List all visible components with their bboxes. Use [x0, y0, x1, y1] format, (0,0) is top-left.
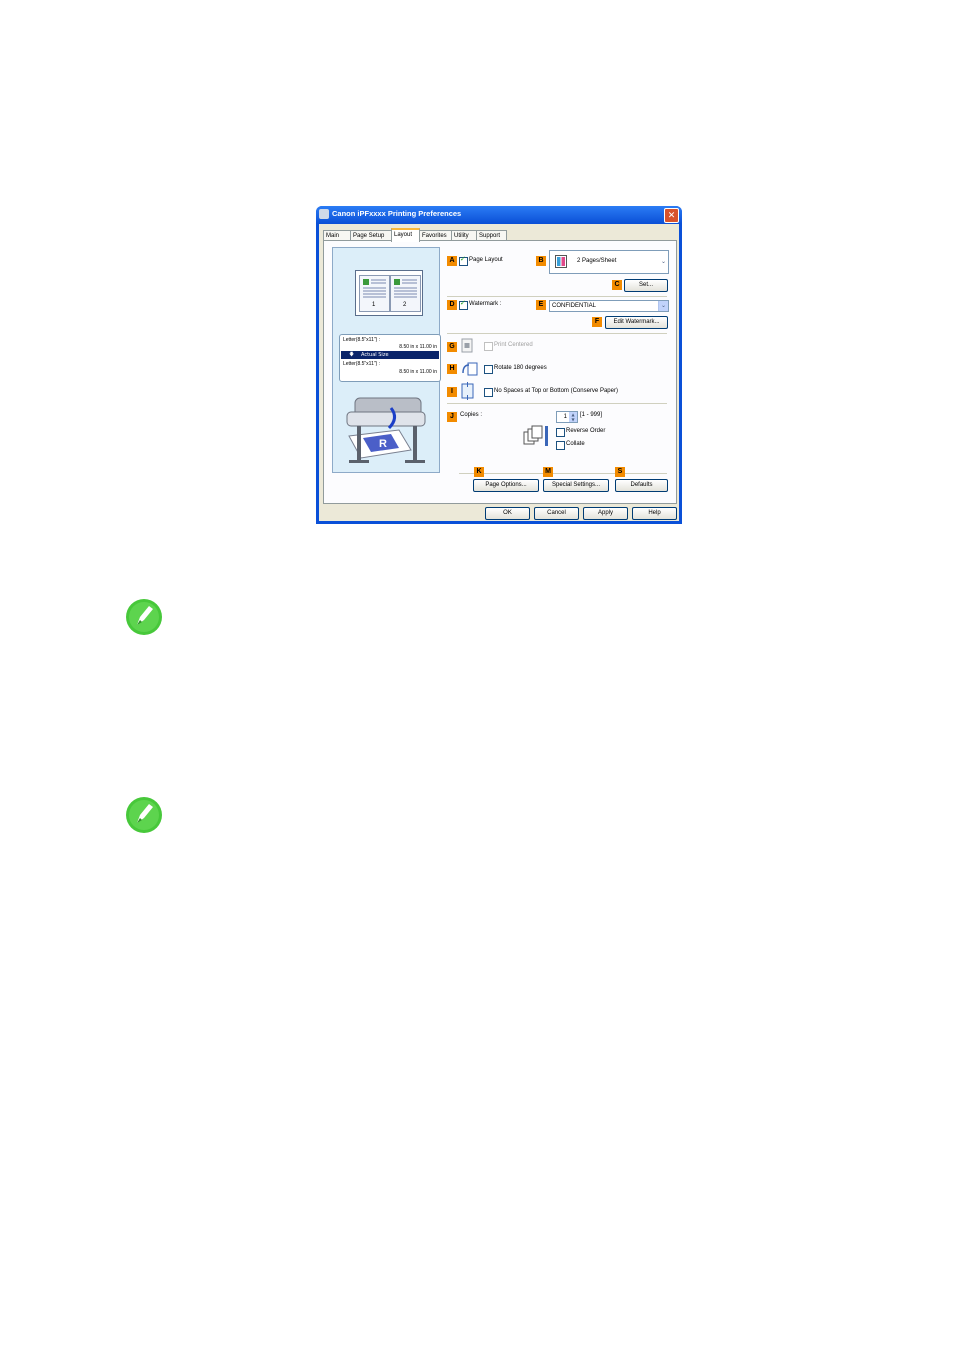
printer-illustration-icon: R [346, 397, 426, 463]
page-thumbnail: 1 [359, 275, 390, 312]
edit-watermark-button[interactable]: Edit Watermark... [605, 316, 668, 329]
defaults-button[interactable]: Defaults [615, 479, 668, 492]
printing-preferences-dialog: Canon iPFxxxx Printing Preferences ✕ Mai… [316, 206, 682, 524]
watermark-checkbox[interactable] [459, 299, 468, 310]
page-lines-icon [394, 279, 417, 298]
divider [459, 473, 667, 474]
preview-panel: 1 2 Letter(8.5"x11"): 8.50 in x 11.00 i… [332, 247, 441, 473]
label-s: S [615, 467, 625, 477]
note-pencil-icon [126, 599, 162, 635]
copies-label: Copies : [460, 412, 483, 418]
tab-layout[interactable]: Layout [391, 228, 420, 242]
help-button[interactable]: Help [632, 507, 677, 520]
spin-arrows-icon[interactable]: ▲ ▼ [569, 412, 577, 422]
output-size-label: Letter(8.5"x11") : [343, 361, 381, 367]
watermark-label: Watermark : [469, 301, 502, 307]
print-centered-label: Print Centered [494, 342, 533, 348]
divider [447, 296, 667, 297]
no-spaces-checkbox[interactable] [484, 388, 493, 397]
label-k: K [474, 467, 484, 477]
label-f: F [592, 317, 602, 327]
sheet-preview: 1 2 [355, 270, 423, 316]
layout-thumbnail-icon [555, 255, 567, 268]
collate-checkbox[interactable] [556, 441, 565, 450]
copies-value: 1 [563, 414, 567, 420]
page-lines-icon [363, 279, 386, 298]
ok-button[interactable]: OK [485, 507, 530, 520]
watermark-value: CONFIDENTIAL [552, 303, 597, 309]
center-page-icon [461, 338, 473, 353]
set-button[interactable]: Set... [624, 279, 668, 292]
copies-stepper[interactable]: 1 ▲ ▼ [556, 411, 578, 423]
layout-tab-pane: 1 2 Letter(8.5"x11"): 8.50 in x 11.00 i… [323, 240, 677, 504]
chevron-down-icon: ⌄ [658, 301, 668, 311]
reverse-order-checkbox[interactable] [556, 428, 565, 437]
input-size-label: Letter(8.5"x11") : [343, 337, 381, 343]
page-options-button[interactable]: Page Options... [473, 479, 539, 492]
rotate-icon [462, 362, 478, 376]
rotate-180-label: Rotate 180 degrees [494, 365, 547, 371]
paper-size-info: Letter(8.5"x11") : 8.50 in x 11.00 in 🡇 … [339, 334, 441, 382]
watermark-select[interactable]: CONFIDENTIAL ⌄ [549, 300, 669, 312]
page-layout-checkbox[interactable] [459, 255, 468, 266]
rotate-180-checkbox[interactable] [484, 365, 493, 374]
label-g: G [447, 342, 457, 352]
no-spaces-label: No Spaces at Top or Bottom (Conserve Pap… [494, 388, 618, 394]
label-b: B [536, 256, 546, 266]
title-bar[interactable]: Canon iPFxxxx Printing Preferences ✕ [316, 206, 682, 224]
label-m: M [543, 467, 553, 477]
label-h: H [447, 364, 457, 374]
down-arrow-icon: 🡇 [349, 352, 355, 358]
printer-icon [319, 209, 329, 219]
output-size-value: 8.50 in x 11.00 in [399, 369, 437, 375]
page-layout-value: 2 Pages/Sheet [577, 258, 617, 264]
apply-button[interactable]: Apply [583, 507, 628, 520]
print-centered-checkbox[interactable] [484, 342, 493, 351]
label-e: E [536, 300, 546, 310]
label-j: J [447, 412, 457, 422]
divider [447, 403, 667, 404]
dialog-title: Canon iPFxxxx Printing Preferences [332, 209, 462, 218]
page-layout-label: Page Layout [469, 257, 503, 263]
page-number: 2 [403, 302, 407, 308]
copies-range: [1 - 999] [580, 412, 603, 418]
collate-label: Collate [566, 441, 585, 447]
reverse-order-label: Reverse Order [566, 428, 606, 434]
label-i: I [447, 387, 457, 397]
scaling-mode-label: Actual Size [361, 352, 389, 358]
page-thumbnail: 2 [390, 275, 421, 312]
special-settings-button[interactable]: Special Settings... [543, 479, 609, 492]
close-button[interactable]: ✕ [664, 208, 679, 223]
label-c: C [612, 280, 622, 290]
dialog-client: Main Page Setup Layout Favorites Utility… [319, 224, 679, 521]
svg-text:R: R [379, 438, 387, 450]
divider [447, 333, 667, 334]
page-number: 1 [372, 302, 376, 308]
copies-stack-icon [523, 425, 548, 446]
input-size-value: 8.50 in x 11.00 in [399, 344, 437, 350]
note-pencil-icon [126, 797, 162, 833]
scaling-mode: 🡇 Actual Size [341, 351, 439, 359]
label-d: D [447, 300, 457, 310]
conserve-paper-icon [461, 382, 474, 400]
label-a: A [447, 256, 457, 266]
chevron-down-icon: ⌄ [659, 251, 668, 273]
cancel-button[interactable]: Cancel [534, 507, 579, 520]
page-layout-select[interactable]: 2 Pages/Sheet ⌄ [549, 250, 669, 274]
